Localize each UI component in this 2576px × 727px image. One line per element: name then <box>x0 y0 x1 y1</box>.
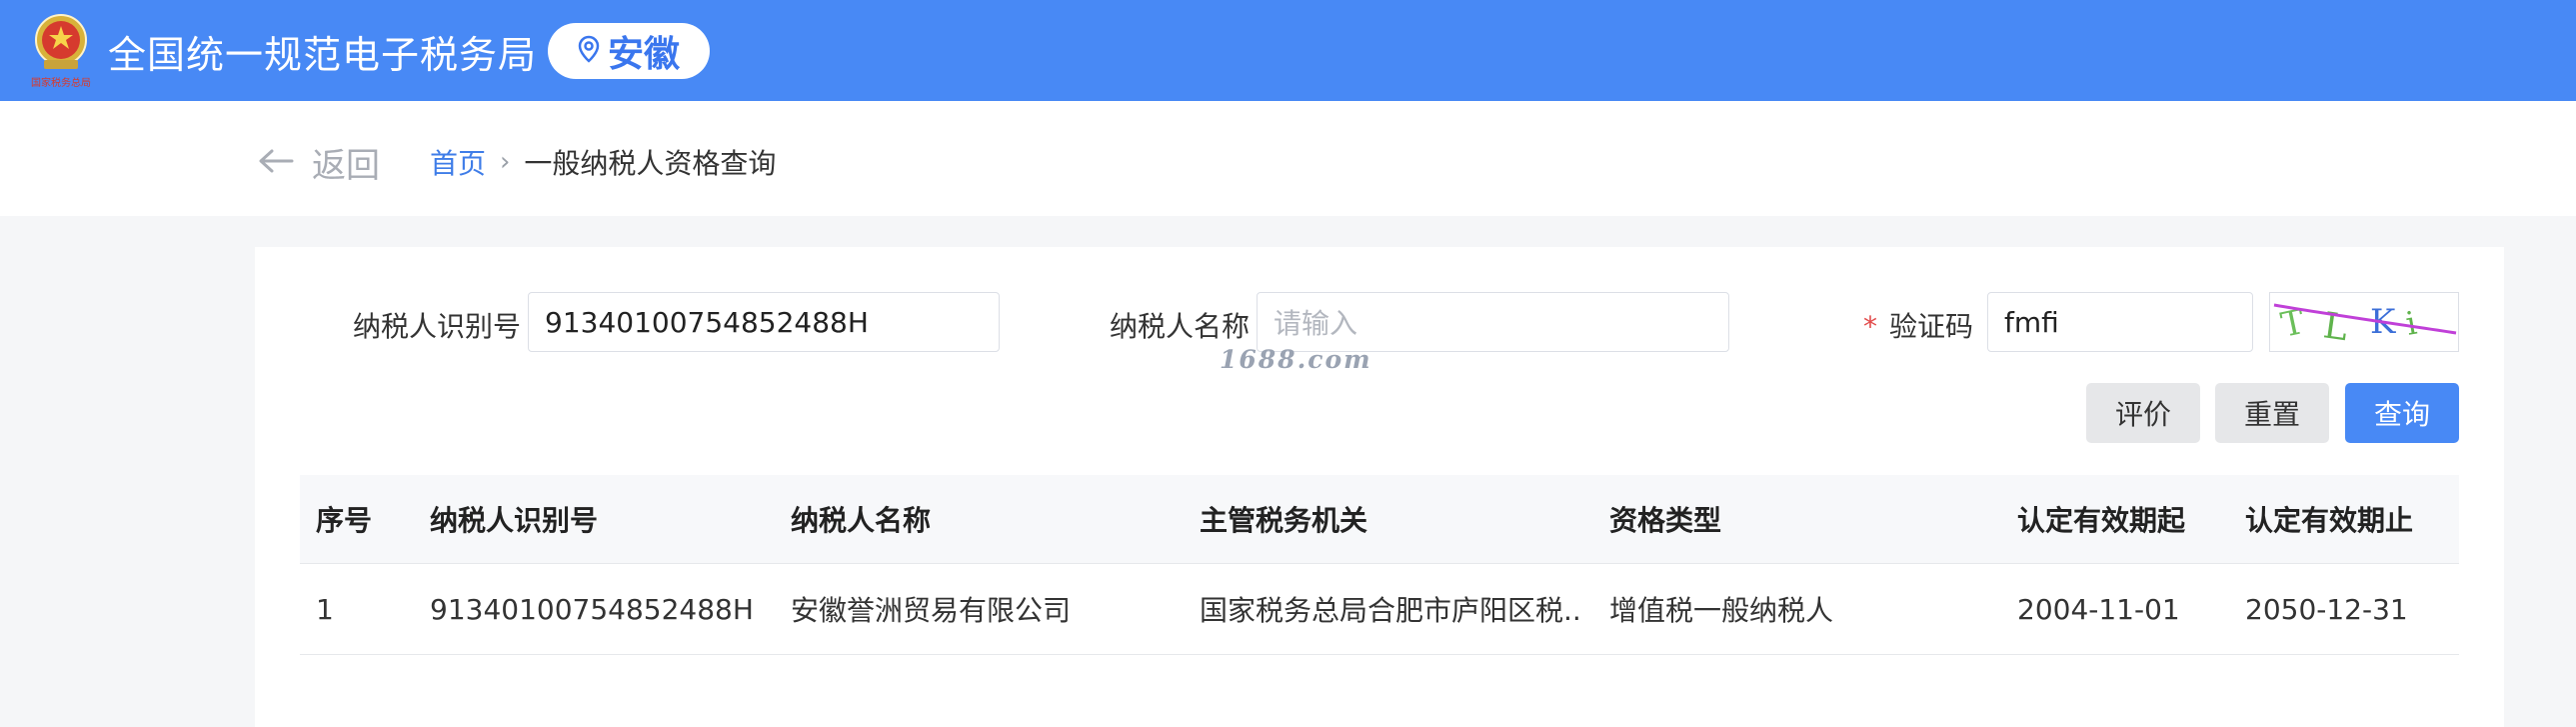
col-header-tax-authority: 主管税务机关 <box>1200 504 1368 537</box>
cell-qualification-type: 增值税一般纳税人 <box>1609 594 1834 627</box>
breadcrumb-separator: › <box>500 147 511 177</box>
taxpayer-id-label: 纳税人识别号 <box>353 310 522 343</box>
cell-taxpayer-id: 91340100754852488H <box>430 592 754 626</box>
breadcrumb-current: 一般纳税人资格查询 <box>524 147 777 180</box>
svg-text:i: i <box>2403 304 2420 343</box>
cell-taxpayer-name: 安徽誉洲贸易有限公司 <box>791 594 1072 627</box>
col-header-qualification-type: 资格类型 <box>1609 504 1722 537</box>
captcha-label-text: 验证码 <box>1889 310 1974 343</box>
tax-emblem-icon: 国家税务总局 <box>30 8 92 92</box>
col-header-valid-to: 认定有效期止 <box>2245 504 2414 537</box>
captcha-input[interactable]: fmfi <box>1987 292 2253 352</box>
site-title: 全国统一规范电子税务局 <box>108 33 538 77</box>
taxpayer-name-placeholder: 请输入 <box>1274 307 1358 340</box>
watermark: 1688.com <box>1220 345 1372 374</box>
cell-valid-from: 2004-11-01 <box>2017 592 2180 626</box>
region-selector[interactable]: 安徽 <box>548 23 710 79</box>
taxpayer-id-value: 91340100754852488H <box>545 305 869 339</box>
table-row: 1 91340100754852488H 安徽誉洲贸易有限公司 国家税务总局合肥… <box>300 564 2459 655</box>
cell-valid-to: 2050-12-31 <box>2245 592 2408 626</box>
taxpayer-id-input[interactable]: 91340100754852488H <box>528 292 1000 352</box>
taxpayer-name-label: 纳税人名称 <box>1110 310 1251 343</box>
top-header-bar: 国家税务总局 全国统一规范电子税务局 安徽 <box>0 0 2576 101</box>
evaluate-button[interactable]: 评价 <box>2086 383 2200 443</box>
region-label: 安徽 <box>607 34 680 75</box>
col-header-taxpayer-id: 纳税人识别号 <box>430 504 599 537</box>
cell-index: 1 <box>316 592 334 626</box>
col-header-valid-from: 认定有效期起 <box>2017 504 2186 537</box>
location-pin-icon <box>578 35 600 67</box>
captcha-label: * 验证码 <box>1863 305 1973 345</box>
back-label: 返回 <box>312 146 380 186</box>
taxpayer-name-input[interactable]: 请输入 <box>1257 292 1729 352</box>
col-header-taxpayer-name: 纳税人名称 <box>791 504 932 537</box>
required-mark: * <box>1863 310 1877 343</box>
reset-button[interactable]: 重置 <box>2215 383 2329 443</box>
cell-tax-authority: 国家税务总局合肥市庐阳区税... <box>1200 594 1579 627</box>
back-button[interactable]: 返回 <box>258 138 380 187</box>
table-header: 序号 纳税人识别号 纳税人名称 主管税务机关 资格类型 认定有效期起 认定有效期… <box>300 475 2459 564</box>
captcha-image[interactable]: T L K i <box>2269 292 2459 352</box>
sub-navigation-bar <box>0 101 2576 216</box>
col-header-index: 序号 <box>316 504 373 537</box>
arrow-left-icon <box>258 149 294 177</box>
emblem-text: 国家税务总局 <box>31 76 91 89</box>
breadcrumb: 首页 › 一般纳税人资格查询 <box>430 142 776 182</box>
captcha-value: fmfi <box>2004 305 2059 339</box>
breadcrumb-home-link[interactable]: 首页 <box>430 142 486 182</box>
query-button[interactable]: 查询 <box>2345 383 2459 443</box>
